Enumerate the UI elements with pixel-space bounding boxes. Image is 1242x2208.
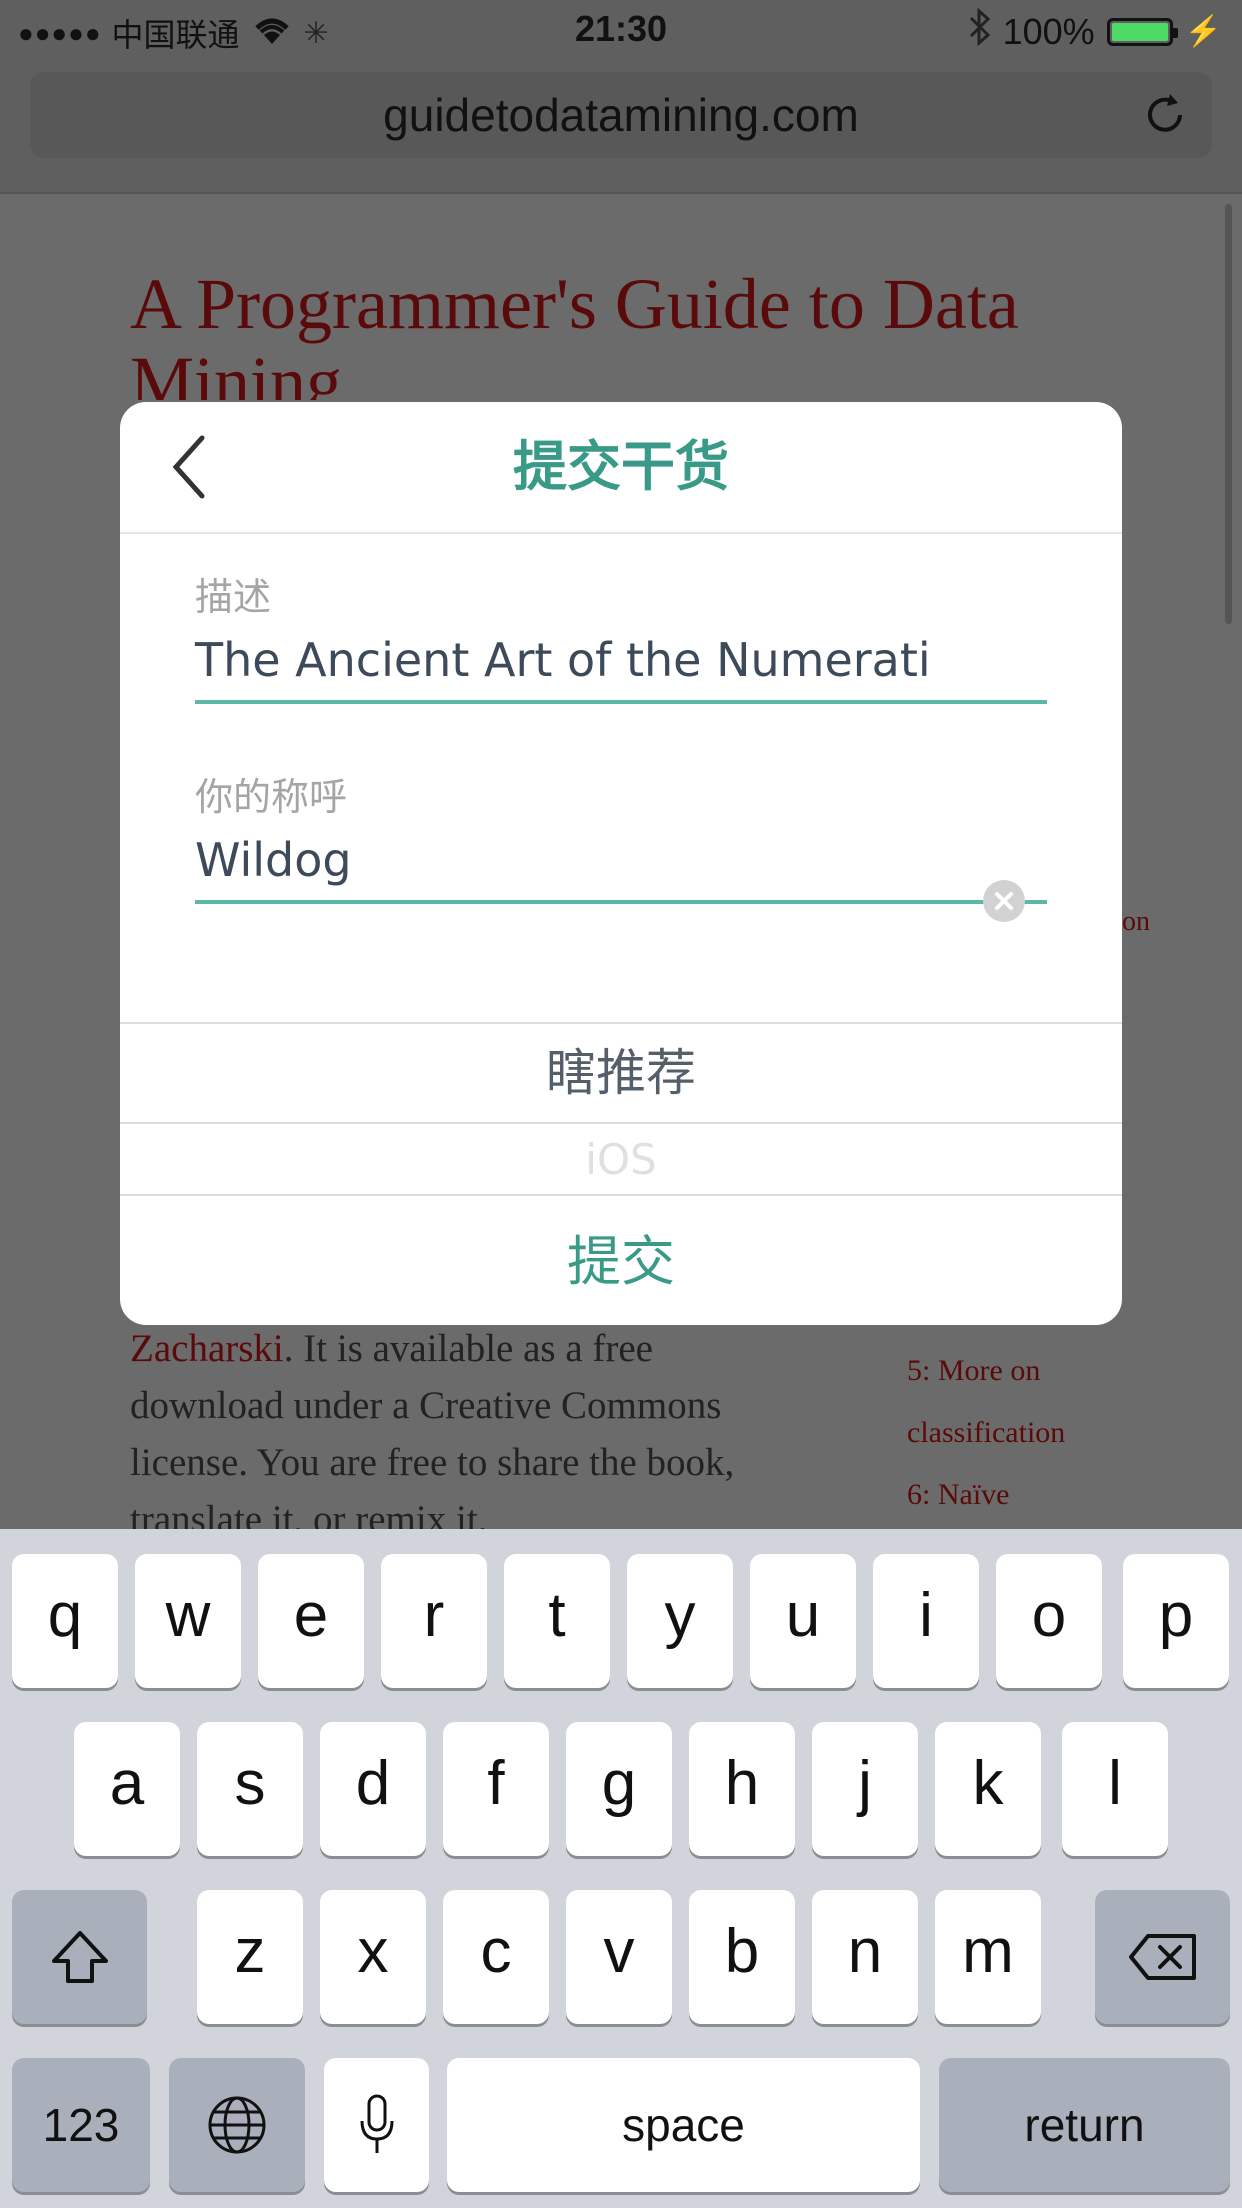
clear-text-icon[interactable] xyxy=(983,880,1025,922)
chapter-link[interactable]: 6: Naïve xyxy=(907,1464,1147,1526)
shift-icon xyxy=(51,1931,108,1983)
chapter-link[interactable]: 5: More on xyxy=(907,1340,1147,1402)
page-title: A Programmer's Guide to Data Mining xyxy=(130,265,1019,400)
shift-key[interactable] xyxy=(12,1890,147,2024)
key-y[interactable]: y xyxy=(627,1554,733,1688)
key-r[interactable]: r xyxy=(381,1554,487,1688)
key-n[interactable]: n xyxy=(812,1890,918,2024)
microphone-icon xyxy=(360,2094,393,2153)
globe-icon xyxy=(208,2096,266,2154)
key-u[interactable]: u xyxy=(750,1554,856,1688)
category-option[interactable]: iOS xyxy=(120,1122,1122,1196)
battery-icon xyxy=(1106,17,1178,46)
key-g[interactable]: g xyxy=(566,1722,672,1856)
numbers-key[interactable]: 123 xyxy=(12,2058,150,2192)
description-input[interactable]: The Ancient Art of the Numerati xyxy=(195,630,1047,690)
dialog-title: 提交干货 xyxy=(513,435,729,498)
nickname-field[interactable]: 你的称呼 Wildog xyxy=(195,772,1047,922)
key-q[interactable]: q xyxy=(12,1554,118,1688)
reload-icon[interactable] xyxy=(1140,90,1190,140)
microphone-key[interactable] xyxy=(324,2058,429,2192)
key-t[interactable]: t xyxy=(504,1554,610,1688)
key-d[interactable]: d xyxy=(320,1722,426,1856)
status-right: 100% ⚡ xyxy=(969,7,1222,55)
key-c[interactable]: c xyxy=(443,1890,549,2024)
charging-icon: ⚡ xyxy=(1184,15,1222,48)
side-link-fragment: on xyxy=(1122,906,1150,937)
key-x[interactable]: x xyxy=(320,1890,426,2024)
browser-toolbar: guidetodatamining.com xyxy=(0,62,1242,194)
key-a[interactable]: a xyxy=(74,1722,180,1856)
globe-key[interactable] xyxy=(169,2058,305,2192)
key-p[interactable]: p xyxy=(1123,1554,1229,1688)
submit-dialog: 提交干货 描述 The Ancient Art of the Numerati … xyxy=(120,402,1122,1325)
address-bar[interactable]: guidetodatamining.com xyxy=(30,72,1212,158)
key-h[interactable]: h xyxy=(689,1722,795,1856)
space-key[interactable]: space xyxy=(447,2058,920,2192)
dialog-header: 提交干货 xyxy=(120,402,1122,534)
category-option[interactable]: 瞎推荐 xyxy=(120,1022,1122,1122)
scroll-indicator xyxy=(1225,204,1232,624)
nickname-label: 你的称呼 xyxy=(195,775,348,819)
nickname-input[interactable]: Wildog xyxy=(195,830,1047,890)
key-s[interactable]: s xyxy=(197,1722,303,1856)
key-f[interactable]: f xyxy=(443,1722,549,1856)
key-v[interactable]: v xyxy=(566,1890,672,2024)
description-field[interactable]: 描述 The Ancient Art of the Numerati xyxy=(195,572,1047,704)
key-o[interactable]: o xyxy=(996,1554,1102,1688)
key-l[interactable]: l xyxy=(1062,1722,1168,1856)
backspace-icon xyxy=(1128,1934,1196,1980)
key-k[interactable]: k xyxy=(935,1722,1041,1856)
key-i[interactable]: i xyxy=(873,1554,979,1688)
battery-percentage: 100% xyxy=(1002,10,1095,52)
key-e[interactable]: e xyxy=(258,1554,364,1688)
key-w[interactable]: w xyxy=(135,1554,241,1688)
author-link[interactable]: Zacharski xyxy=(130,1327,284,1370)
page-body-text: Zacharski. It is available as a free dow… xyxy=(130,1320,810,1530)
description-label: 描述 xyxy=(195,575,272,619)
key-b[interactable]: b xyxy=(689,1890,795,2024)
status-bar: ●●●●● 中国联通 ✳ 21:30 100% ⚡ xyxy=(0,0,1242,62)
key-m[interactable]: m xyxy=(935,1890,1041,2024)
key-j[interactable]: j xyxy=(812,1722,918,1856)
keyboard: q w e r t y u i o p a s d f g h j k l z … xyxy=(0,1529,1242,2208)
field-underline xyxy=(195,900,1047,904)
bluetooth-icon xyxy=(969,7,991,55)
submit-button[interactable]: 提交 xyxy=(120,1194,1122,1325)
return-key[interactable]: return xyxy=(939,2058,1230,2192)
field-underline xyxy=(195,700,1047,704)
chapter-link[interactable]: classification xyxy=(907,1402,1147,1464)
key-z[interactable]: z xyxy=(197,1890,303,2024)
chapter-list: 5: More on classification 6: Naïve xyxy=(907,1340,1147,1526)
url-text: guidetodatamining.com xyxy=(383,89,859,141)
backspace-key[interactable] xyxy=(1095,1890,1230,2024)
